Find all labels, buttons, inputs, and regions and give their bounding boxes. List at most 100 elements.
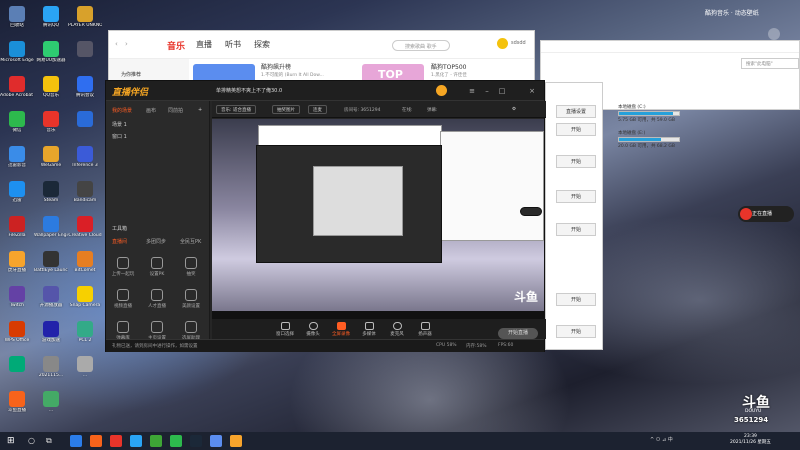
tool-homepage[interactable]: 主页设置 bbox=[142, 321, 172, 341]
desktop-icon[interactable] bbox=[68, 109, 102, 147]
desktop-icon[interactable]: Inference 3 bbox=[68, 144, 102, 182]
desktop-icon[interactable]: Wallpaper Engine bbox=[34, 214, 68, 252]
avatar[interactable] bbox=[436, 85, 447, 96]
side-button-settings[interactable]: 直播设置 bbox=[556, 105, 596, 118]
music-search-input[interactable]: 搜索歌曲 歌手 bbox=[392, 40, 450, 51]
desktop-icon[interactable] bbox=[0, 354, 34, 392]
taskbar-app-icon[interactable] bbox=[70, 435, 82, 447]
desktop-icon[interactable]: 腾讯会议 bbox=[68, 74, 102, 112]
close-icon[interactable]: × bbox=[526, 86, 538, 96]
nav-live[interactable]: 直播 bbox=[196, 39, 212, 50]
explorer-search-input[interactable]: 搜索"此电脑" bbox=[741, 58, 799, 69]
tab-other[interactable]: 同前拍 bbox=[168, 107, 183, 114]
chip-link[interactable]: 连麦 bbox=[308, 105, 327, 114]
source-mic[interactable]: 麦克风 bbox=[384, 322, 410, 337]
chip-music[interactable]: 音乐: 适合直播 bbox=[216, 105, 256, 114]
desktop-icon[interactable]: 迅雷 bbox=[0, 179, 34, 217]
kugou-wallpaper-label[interactable]: 酷狗音乐 · 动态壁纸 bbox=[705, 8, 759, 17]
desktop-icon[interactable]: 2021115... bbox=[34, 354, 68, 392]
taskbar-app-icon[interactable] bbox=[210, 435, 222, 447]
menu-icon[interactable]: ≡ bbox=[466, 86, 478, 96]
taskbar-app-icon[interactable] bbox=[190, 435, 202, 447]
sidebar-item-recommend[interactable]: 为你推荐 bbox=[121, 71, 141, 78]
back-icon[interactable]: ‹ bbox=[115, 40, 118, 48]
desktop-icon[interactable]: 微信 bbox=[0, 109, 34, 147]
system-tray[interactable]: ^ ㅁ ⊿ 中 bbox=[650, 436, 673, 443]
desktop-icon[interactable]: WeGame bbox=[34, 144, 68, 182]
minimize-icon[interactable]: – bbox=[481, 86, 493, 96]
search-icon[interactable]: ○ bbox=[28, 436, 35, 445]
desktop-icon[interactable]: 游戏加速 bbox=[34, 319, 68, 357]
desktop-icon[interactable]: Adobe Acrobat DC bbox=[0, 74, 34, 112]
nav-explore[interactable]: 探索 bbox=[254, 39, 270, 50]
tool-play-together[interactable]: 上传一起玩 bbox=[108, 257, 138, 277]
tab-live-room[interactable]: 直播间 bbox=[112, 238, 127, 245]
source-camera[interactable]: 摄像头 bbox=[300, 322, 326, 337]
forward-icon[interactable]: › bbox=[125, 40, 128, 48]
desktop-icon[interactable] bbox=[68, 39, 102, 77]
desktop-icon[interactable]: 虎牙直播 bbox=[0, 249, 34, 287]
chart-title-top500[interactable]: 酷狗TOP500 bbox=[431, 62, 466, 71]
desktop-icon[interactable]: Twitch bbox=[0, 284, 34, 322]
settings-icon[interactable]: ⚙ bbox=[512, 107, 516, 112]
desktop-icon[interactable]: Creative Cloud bbox=[68, 214, 102, 252]
tool-beauty[interactable]: 美颜设置 bbox=[176, 289, 206, 309]
desktop-icon[interactable]: QQ音乐 bbox=[34, 74, 68, 112]
start-icon[interactable]: ⊞ bbox=[7, 436, 15, 446]
tool-talent[interactable]: 人才直播 bbox=[142, 289, 172, 309]
maximize-icon[interactable]: □ bbox=[496, 86, 508, 96]
tool-video-live[interactable]: 视频直播 bbox=[108, 289, 138, 309]
desktop-icon[interactable]: 音乐 bbox=[34, 109, 68, 147]
task-view-icon[interactable]: ⧉ bbox=[46, 436, 52, 446]
side-button[interactable]: 开始 bbox=[556, 325, 596, 338]
desktop-icon[interactable]: FileZilla bbox=[0, 214, 34, 252]
chip-lottery[interactable]: 抽奖图片 bbox=[272, 105, 300, 114]
avatar[interactable] bbox=[497, 38, 508, 49]
source-speaker[interactable]: 扬声器 bbox=[412, 322, 438, 337]
tab-pk[interactable]: 全民互PK bbox=[180, 238, 201, 245]
settings-icon[interactable] bbox=[768, 28, 780, 40]
drive-c-name[interactable]: 本地磁盘 (C:) bbox=[618, 104, 646, 110]
start-live-button[interactable]: 开始直播 bbox=[498, 328, 538, 339]
tab-canvas[interactable]: 画布 bbox=[146, 107, 156, 114]
desktop-icon[interactable]: BitComet bbox=[68, 249, 102, 287]
taskbar-app-icon[interactable] bbox=[230, 435, 242, 447]
taskbar-app-icon[interactable] bbox=[170, 435, 182, 447]
desktop-icon[interactable]: PLAYER UNKNOWN'S BATTLEG... bbox=[68, 4, 102, 42]
live-badge[interactable]: 正在直播 bbox=[738, 206, 794, 222]
tab-multi-sync[interactable]: 多团同步 bbox=[146, 238, 166, 245]
desktop-icon[interactable]: ... bbox=[34, 389, 68, 427]
scene-item[interactable]: 窗口 1 bbox=[112, 133, 127, 140]
desktop-icon[interactable]: Bandicam bbox=[68, 179, 102, 217]
desktop-icon[interactable]: 腾讯QQ bbox=[34, 4, 68, 42]
stream-title[interactable]: 单排精英想不爽上不了俺30.0 bbox=[216, 87, 282, 94]
desktop-icon[interactable]: 开源播放器 bbox=[34, 284, 68, 322]
drive-e-name[interactable]: 本地磁盘 (E:) bbox=[618, 130, 645, 136]
desktop-icon[interactable]: 回收站 bbox=[0, 4, 34, 42]
desktop-icon[interactable]: WPS Office bbox=[0, 319, 34, 357]
tab-my-scenes[interactable]: 我的场景 bbox=[112, 107, 132, 114]
add-icon[interactable]: + bbox=[198, 107, 202, 113]
nav-music[interactable]: 音乐 bbox=[167, 39, 185, 52]
source-media[interactable]: 多媒体 bbox=[356, 322, 382, 337]
desktop-icon[interactable]: Snap Camera bbox=[68, 284, 102, 322]
desktop-icon[interactable]: PCL 2 bbox=[68, 319, 102, 357]
desktop-icon[interactable]: 斗鱼直播 bbox=[0, 389, 34, 427]
taskbar-app-icon[interactable] bbox=[110, 435, 122, 447]
music-username[interactable]: sdsdd bbox=[511, 40, 526, 46]
nav-audiobook[interactable]: 听书 bbox=[225, 39, 241, 50]
desktop-icon[interactable]: 迅雷影音 bbox=[0, 144, 34, 182]
desktop-icon[interactable]: BattlEye Launcher bbox=[34, 249, 68, 287]
taskbar-app-icon[interactable] bbox=[90, 435, 102, 447]
scene-item[interactable]: 场景 1 bbox=[112, 121, 127, 128]
clock[interactable]: 23:39 2021/11/26 星期五 bbox=[730, 434, 771, 446]
side-button[interactable]: 开始 bbox=[556, 155, 596, 168]
taskbar-app-icon[interactable] bbox=[150, 435, 162, 447]
desktop-icon[interactable]: Microsoft Edge bbox=[0, 39, 34, 77]
desktop-icon[interactable]: ... bbox=[68, 354, 102, 392]
tool-screen-helper[interactable]: 选屏助理 bbox=[176, 321, 206, 341]
desktop-icon[interactable]: 网易UU加速器 bbox=[34, 39, 68, 77]
tool-lottery[interactable]: 抽奖 bbox=[176, 257, 206, 277]
desktop-icon[interactable]: Steam bbox=[34, 179, 68, 217]
source-fullscreen[interactable]: 全屏录像 bbox=[328, 322, 354, 337]
